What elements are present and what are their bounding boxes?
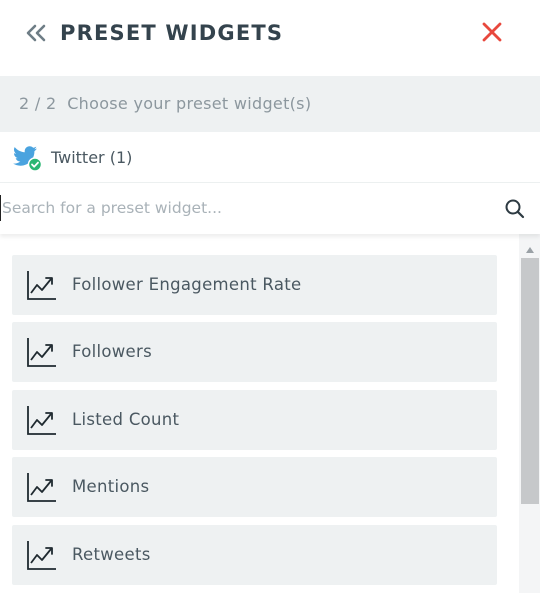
scrollbar[interactable] — [519, 234, 540, 593]
step-text: 2 / 2 Choose your preset widget(s) — [19, 94, 312, 113]
widget-list: Follower Engagement Rate Followers Liste… — [0, 234, 540, 593]
back-button[interactable] — [24, 20, 50, 46]
line-chart-icon — [26, 269, 58, 301]
search-input[interactable] — [0, 195, 490, 221]
widget-item-followers[interactable]: Followers — [12, 322, 497, 382]
widget-label: Mentions — [72, 477, 150, 496]
line-chart-icon — [26, 471, 58, 503]
search-button[interactable] — [504, 198, 526, 220]
widget-label: Followers — [72, 342, 152, 361]
line-chart-icon — [26, 336, 58, 368]
source-label: Twitter (1) — [51, 148, 133, 167]
close-icon — [482, 22, 502, 42]
widget-item-listed-count[interactable]: Listed Count — [12, 390, 497, 450]
page-title: PRESET WIDGETS — [60, 21, 284, 45]
double-chevron-left-icon — [26, 24, 46, 42]
close-button[interactable] — [480, 20, 504, 44]
widget-item-mentions[interactable]: Mentions — [12, 457, 497, 517]
panel-header: PRESET WIDGETS — [0, 0, 540, 76]
step-indicator: 2 / 2 Choose your preset widget(s) — [0, 76, 540, 132]
scroll-thumb[interactable] — [521, 258, 539, 504]
widget-label: Follower Engagement Rate — [72, 275, 302, 294]
line-chart-icon — [26, 404, 58, 436]
scroll-up-arrow-icon[interactable] — [525, 240, 535, 253]
search-bar — [0, 183, 540, 234]
search-icon — [505, 199, 525, 219]
source-twitter[interactable]: Twitter (1) — [0, 132, 540, 183]
twitter-icon — [11, 144, 43, 172]
line-chart-icon — [26, 539, 58, 571]
widget-item-follower-engagement-rate[interactable]: Follower Engagement Rate — [12, 255, 497, 315]
widget-label: Listed Count — [72, 410, 180, 429]
widget-item-retweets[interactable]: Retweets — [12, 525, 497, 585]
widget-label: Retweets — [72, 545, 151, 564]
